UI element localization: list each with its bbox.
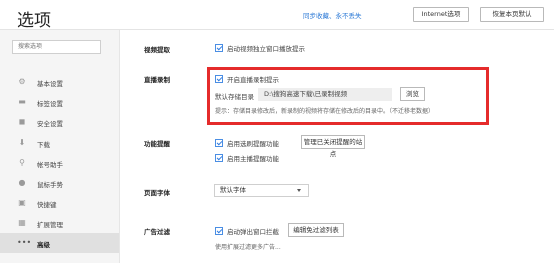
checkbox-label: 启用主播提醒功能	[227, 155, 279, 163]
key-icon: ⚲	[19, 158, 25, 167]
checkbox-checked[interactable]	[215, 227, 223, 235]
download-icon: ⬇	[18, 138, 26, 147]
section-label-video: 视频提取	[144, 46, 170, 54]
tab-icon: ▬	[18, 97, 26, 106]
checkbox-label: 启用选刷提醒功能	[227, 140, 279, 148]
sync-favorites-link[interactable]: 同步收藏、永不丢失	[303, 10, 362, 20]
sidebar-item-basic[interactable]: ⚙ 基本设置	[0, 72, 119, 92]
search-input[interactable]	[12, 40, 101, 54]
checkbox-checked[interactable]	[215, 44, 223, 52]
grid-icon: ▦	[18, 218, 26, 227]
sidebar-item-label: 安全设置	[37, 120, 63, 128]
more-icon: •••	[17, 238, 32, 247]
checkbox-label: 启动视频独立窗口播放提示	[227, 45, 305, 53]
gear-icon: ⚙	[18, 77, 26, 86]
sidebar-item-mouse-gesture[interactable]: ● 鼠标手势	[0, 173, 119, 193]
restore-defaults-button[interactable]: 恢复本页默认	[480, 7, 544, 22]
sidebar-item-label: 鼠标手势	[37, 181, 63, 189]
storage-tip-text: 提示：存储目录修改后，新录制的视频将存储在修改后的目录中。（不迁移老数据）	[215, 108, 435, 115]
internet-options-button[interactable]: Internet选项	[413, 7, 469, 22]
video-popup-checkbox[interactable]: 启动视频独立窗口播放提示	[215, 43, 305, 53]
font-select-value: 默认字体	[220, 186, 246, 194]
manage-closed-sites-button[interactable]: 管理已关闭提醒的站点	[301, 135, 365, 158]
checkbox-checked[interactable]	[215, 154, 223, 162]
sidebar-item-label: 标签设置	[37, 100, 63, 108]
checkbox-checked[interactable]	[215, 75, 223, 83]
sidebar: ⚙ 基本设置 ▬ 标签设置 ◼ 安全设置 ⬇ 下载 ⚲ 帐号助手 ● 鼠标手势 …	[0, 30, 120, 263]
checkbox-checked[interactable]	[215, 139, 223, 147]
popup-block-checkbox[interactable]: 启动弹出窗口拦截	[215, 226, 279, 236]
sidebar-item-tabs[interactable]: ▬ 标签设置	[0, 92, 119, 112]
mouse-icon: ●	[18, 178, 26, 187]
checkbox-label: 启动弹出窗口拦截	[227, 228, 279, 236]
browse-button[interactable]: 浏览	[400, 87, 425, 101]
path-label: 默认存储目录	[215, 93, 254, 101]
edit-whitelist-button[interactable]: 编辑免过滤列表	[288, 223, 344, 237]
sidebar-item-label: 帐号助手	[37, 161, 63, 169]
sidebar-item-download[interactable]: ⬇ 下载	[0, 133, 119, 153]
storage-path-field[interactable]: D:\搜狗高速下载\已录制视频	[258, 88, 392, 101]
reminder-checkbox-1[interactable]: 启用选刷提醒功能	[215, 138, 279, 148]
reminder-checkbox-2[interactable]: 启用主播提醒功能	[215, 153, 279, 163]
sidebar-item-label: 快捷键	[37, 201, 57, 209]
checkbox-label: 开启直播录制提示	[227, 76, 279, 84]
keyboard-icon: ▣	[18, 198, 26, 207]
live-record-checkbox[interactable]: 开启直播录制提示	[215, 74, 279, 84]
section-label-ads: 广告过滤	[144, 228, 170, 236]
sidebar-item-label: 基本设置	[37, 80, 63, 88]
sidebar-item-label: 扩展管理	[37, 221, 63, 229]
page-title: 选项	[17, 11, 51, 31]
chevron-down-icon	[297, 189, 301, 192]
section-label-font: 页面字体	[144, 189, 170, 197]
sidebar-item-label: 下载	[37, 141, 50, 149]
shield-icon: ◼	[18, 117, 26, 126]
sidebar-item-label: 高级	[37, 241, 50, 249]
ads-extension-link[interactable]: 使用扩展过滤更多广告...	[215, 242, 281, 251]
section-label-live: 直播录制	[144, 76, 170, 84]
sidebar-item-shortcuts[interactable]: ▣ 快捷键	[0, 193, 119, 213]
sidebar-item-extensions[interactable]: ▦ 扩展管理	[0, 213, 119, 233]
section-label-reminder: 功能提醒	[144, 140, 170, 148]
sidebar-item-security[interactable]: ◼ 安全设置	[0, 112, 119, 132]
sidebar-item-account[interactable]: ⚲ 帐号助手	[0, 153, 119, 173]
sidebar-item-advanced[interactable]: ••• 高级	[0, 233, 119, 253]
font-select[interactable]: 默认字体	[214, 184, 309, 197]
